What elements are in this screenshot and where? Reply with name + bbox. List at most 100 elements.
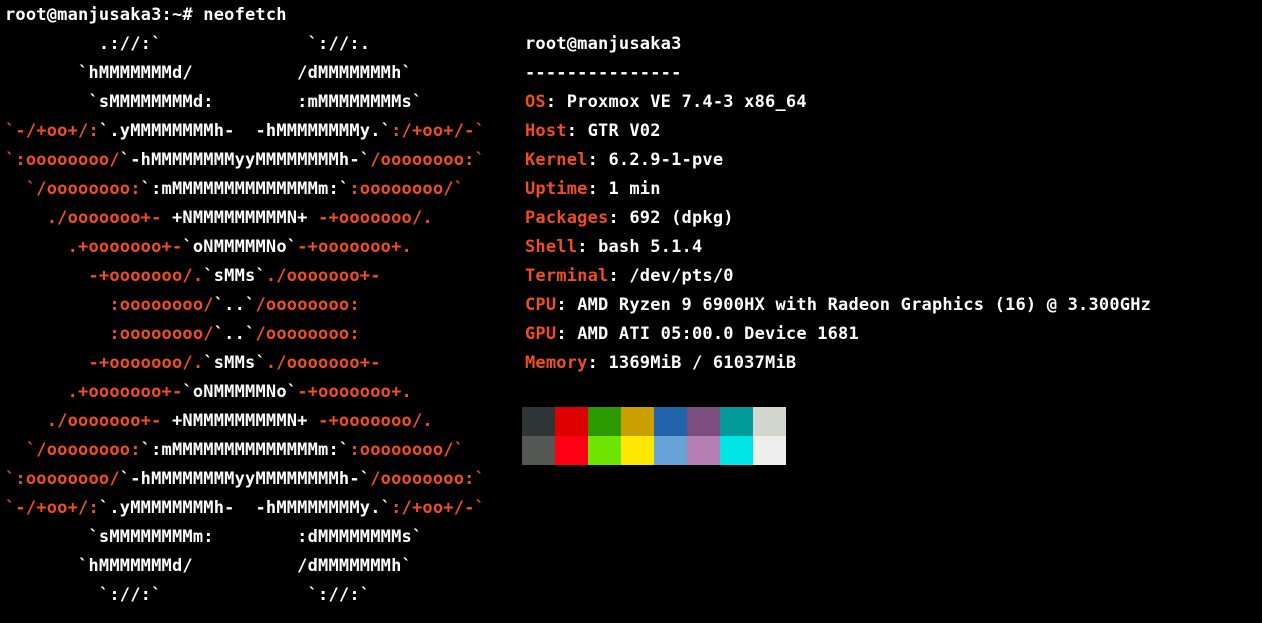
ascii-segment-orange: /oooooooo: xyxy=(255,324,360,344)
ascii-line: `:oooooooo/`-hMMMMMMMMyyMMMMMMMMh-`/oooo… xyxy=(5,146,485,175)
ascii-segment-white: `-hMMMMMMMMyyMMMMMMMMh-` xyxy=(119,469,371,489)
ascii-segment-orange: :oooooooo/ xyxy=(5,295,214,315)
ascii-segment-white: .://:` `://:. xyxy=(5,34,371,54)
ascii-segment-white: `hMMMMMMMd/ /dMMMMMMMh` xyxy=(5,556,412,576)
ascii-segment-orange: -+ooooooo/. xyxy=(5,353,204,373)
ascii-segment-white: `://:` `://:` xyxy=(5,585,371,605)
palette-swatch xyxy=(687,407,720,436)
fetch-title: root@manjusaka3 xyxy=(525,34,682,54)
ascii-line: .+ooooooo+-`oNMMMMMNo`-+ooooooo+. xyxy=(5,378,485,407)
ascii-segment-orange: :oooooooo/ xyxy=(5,324,214,344)
info-separator: : xyxy=(566,121,588,141)
ascii-segment-white: `hMMMMMMMd/ /dMMMMMMMh` xyxy=(5,63,412,83)
ascii-segment-orange: `-/+oo+/: xyxy=(5,498,99,518)
ascii-segment-white: +NMMMMMMMMMN+ xyxy=(161,208,319,228)
ascii-line: `/oooooooo:`:mMMMMMMMMMMMMMMm:`:oooooooo… xyxy=(5,175,485,204)
ascii-segment-orange: :oooooooo/` xyxy=(349,179,465,199)
info-separator: : xyxy=(608,208,630,228)
info-row-kernel: Kernel: 6.2.9-1-pve xyxy=(525,146,1151,175)
ascii-line: ./ooooooo+- +NMMMMMMMMMN+ -+ooooooo/. xyxy=(5,407,485,436)
info-label: Kernel xyxy=(525,150,588,170)
ascii-line: .+ooooooo+-`oNMMMMMNo`-+ooooooo+. xyxy=(5,233,485,262)
info-label: Packages xyxy=(525,208,609,228)
palette-swatch xyxy=(753,407,786,436)
info-separator: : xyxy=(577,237,599,257)
palette-swatch xyxy=(621,436,654,465)
ascii-segment-orange: .+ooooooo+- xyxy=(5,237,183,257)
info-label: Host xyxy=(525,121,567,141)
ascii-segment-orange: `-/+oo+/: xyxy=(5,121,99,141)
ascii-segment-orange: `:oooooooo/ xyxy=(5,469,120,489)
ascii-line: `-/+oo+/:`.yMMMMMMMMh- -hMMMMMMMMy.`:/+o… xyxy=(5,494,485,523)
info-label: CPU xyxy=(525,295,557,315)
ascii-segment-orange: ./ooooooo+- xyxy=(265,353,381,373)
info-label: GPU xyxy=(525,324,557,344)
info-value: bash 5.1.4 xyxy=(598,237,703,257)
ascii-line: `:oooooooo/`-hMMMMMMMMyyMMMMMMMMh-`/oooo… xyxy=(5,465,485,494)
info-separator: : xyxy=(556,324,578,344)
proxmox-ascii-logo: .://:` `://:. `hMMMMMMMd/ /dMMMMMMMh` `s… xyxy=(5,30,485,610)
info-label: Shell xyxy=(525,237,578,257)
info-value: 1 min xyxy=(608,179,661,199)
ascii-segment-orange: :/+oo+/-` xyxy=(391,498,486,518)
info-row-shell: Shell: bash 5.1.4 xyxy=(525,233,1151,262)
palette-swatch xyxy=(522,407,555,436)
ascii-line: :oooooooo/`..`/oooooooo: xyxy=(5,291,485,320)
info-row-cpu: CPU: AMD Ryzen 9 6900HX with Radeon Grap… xyxy=(525,291,1151,320)
ascii-line: -+ooooooo/.`sMMs`./ooooooo+- xyxy=(5,262,485,291)
terminal-output: root@manjusaka3:~# neofetch .://:` `://:… xyxy=(5,1,485,610)
ascii-segment-white: `oNMMMMMNo` xyxy=(182,237,298,257)
palette-row-1 xyxy=(522,407,1151,436)
palette-swatch xyxy=(555,436,588,465)
ascii-segment-orange: /oooooooo:` xyxy=(370,150,486,170)
terminal-screen[interactable]: root@manjusaka3:~# neofetch .://:` `://:… xyxy=(0,0,1262,623)
info-value: Proxmox VE 7.4-3 x86_64 xyxy=(566,92,807,112)
ascii-segment-white: `sMMs` xyxy=(203,353,266,373)
info-row-gpu: GPU: AMD ATI 05:00.0 Device 1681 xyxy=(525,320,1151,349)
info-separator: : xyxy=(545,92,567,112)
ascii-segment-orange: .+ooooooo+- xyxy=(5,382,183,402)
ascii-line: `/oooooooo:`:mMMMMMMMMMMMMMMm:`:oooooooo… xyxy=(5,436,485,465)
info-separator: : xyxy=(556,295,578,315)
ascii-segment-white: `:mMMMMMMMMMMMMMMm:` xyxy=(140,179,350,199)
palette-swatch xyxy=(588,407,621,436)
ascii-line: ./ooooooo+- +NMMMMMMMMMN+ -+ooooooo/. xyxy=(5,204,485,233)
ascii-segment-orange: ./ooooooo+- xyxy=(5,411,162,431)
info-separator: : xyxy=(587,179,609,199)
ascii-segment-orange: /oooooooo:` xyxy=(370,469,486,489)
ascii-line: `://:` `://:` xyxy=(5,581,485,610)
info-label: Uptime xyxy=(525,179,588,199)
ascii-segment-orange: :/+oo+/-` xyxy=(391,121,486,141)
ascii-segment-white: `.yMMMMMMMMh- -hMMMMMMMMy.` xyxy=(98,121,392,141)
info-row-uptime: Uptime: 1 min xyxy=(525,175,1151,204)
fetch-underline: --------------- xyxy=(525,63,682,83)
info-value: 1369MiB / 61037MiB xyxy=(608,353,797,373)
ascii-line: `hMMMMMMMd/ /dMMMMMMMh` xyxy=(5,59,485,88)
ascii-line: `hMMMMMMMd/ /dMMMMMMMh` xyxy=(5,552,485,581)
ascii-segment-white: `sMMMMMMMMd: :mMMMMMMMMs` xyxy=(5,92,423,112)
palette-swatch xyxy=(654,436,687,465)
palette-swatch xyxy=(654,407,687,436)
ascii-segment-orange: `:oooooooo/ xyxy=(5,150,120,170)
info-value: GTR V02 xyxy=(587,121,661,141)
palette-swatch xyxy=(588,436,621,465)
ascii-segment-orange: -+ooooooo/. xyxy=(318,208,433,228)
info-value: AMD Ryzen 9 6900HX with Radeon Graphics … xyxy=(577,295,1152,315)
ascii-segment-orange: -+ooooooo/. xyxy=(318,411,433,431)
terminal-color-palette xyxy=(522,407,1151,465)
info-value: /dev/pts/0 xyxy=(629,266,734,286)
palette-row-2 xyxy=(522,436,1151,465)
ascii-segment-white: `sMMMMMMMMm: :dMMMMMMMMs` xyxy=(5,527,423,547)
prompt-line: root@manjusaka3:~# neofetch xyxy=(5,5,287,25)
ascii-segment-orange: :oooooooo/` xyxy=(349,440,465,460)
info-row-packages: Packages: 692 (dpkg) xyxy=(525,204,1151,233)
info-label: Terminal xyxy=(525,266,609,286)
palette-swatch xyxy=(522,436,555,465)
info-row-memory: Memory: 1369MiB / 61037MiB xyxy=(525,349,1151,378)
ascii-segment-orange: -+ooooooo+. xyxy=(297,382,412,402)
ascii-segment-white: +NMMMMMMMMMN+ xyxy=(161,411,319,431)
ascii-segment-orange: `/oooooooo: xyxy=(5,179,141,199)
ascii-segment-white: `:mMMMMMMMMMMMMMMm:` xyxy=(140,440,350,460)
ascii-segment-orange: `/oooooooo: xyxy=(5,440,141,460)
info-value: AMD ATI 05:00.0 Device 1681 xyxy=(577,324,859,344)
